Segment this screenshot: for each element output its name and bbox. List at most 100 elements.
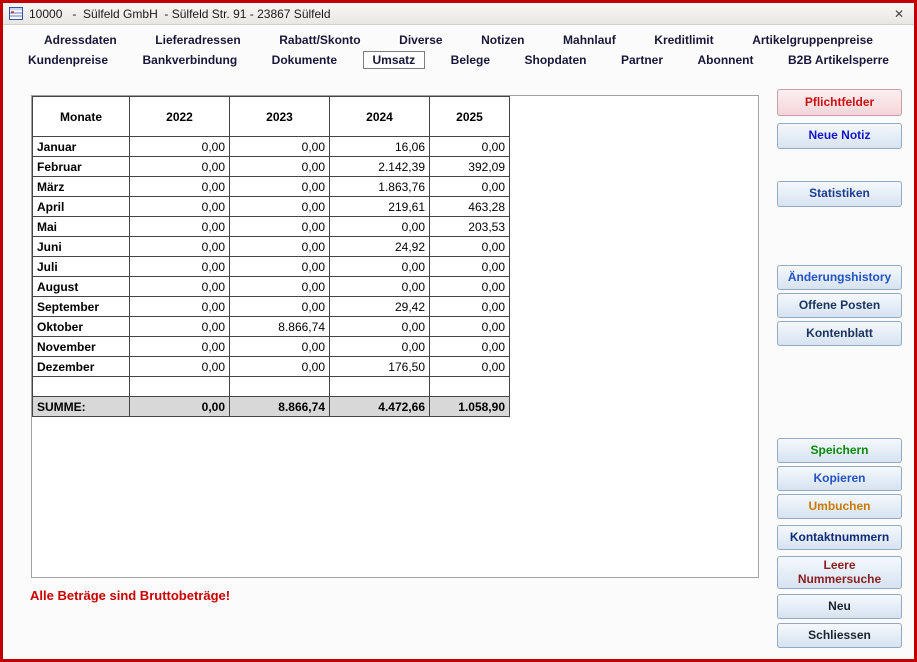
tab-belege[interactable]: Belege: [442, 51, 499, 69]
table-header-row: Monate2022202320242025: [33, 97, 510, 137]
tab-kreditlimit[interactable]: Kreditlimit: [645, 31, 722, 49]
summary-label-cell: SUMME:: [33, 397, 130, 417]
kontenblatt-button[interactable]: Kontenblatt: [777, 321, 902, 346]
value-cell: 0,00: [330, 317, 430, 337]
tab-mahnlauf[interactable]: Mahnlauf: [554, 31, 625, 49]
value-cell: 0,00: [230, 197, 330, 217]
month-cell: Juni: [33, 237, 130, 257]
value-cell: 0,00: [430, 357, 510, 377]
value-cell: 0,00: [130, 177, 230, 197]
column-header-2023: 2023: [230, 97, 330, 137]
month-cell: November: [33, 337, 130, 357]
table-row: Dezember0,000,00176,500,00: [33, 357, 510, 377]
value-cell: 2.142,39: [330, 157, 430, 177]
value-cell: 0,00: [230, 217, 330, 237]
kopieren-button[interactable]: Kopieren: [777, 466, 902, 491]
value-cell: 0,00: [130, 197, 230, 217]
value-cell: 24,92: [330, 237, 430, 257]
empty-row: [33, 377, 510, 397]
value-cell: 0,00: [230, 297, 330, 317]
app-window: 10000 - Sülfeld GmbH - Sülfeld Str. 91 -…: [0, 0, 917, 662]
summary-value-cell: 8.866,74: [230, 397, 330, 417]
value-cell: 0,00: [330, 257, 430, 277]
value-cell: 0,00: [430, 317, 510, 337]
summary-value-cell: 4.472,66: [330, 397, 430, 417]
tab-notizen[interactable]: Notizen: [472, 31, 533, 49]
month-cell: Juli: [33, 257, 130, 277]
table-row: Mai0,000,000,00203,53: [33, 217, 510, 237]
value-cell: 0,00: [130, 277, 230, 297]
table-row: August0,000,000,000,00: [33, 277, 510, 297]
tab-umsatz[interactable]: Umsatz: [363, 51, 426, 69]
titlebar: 10000 - Sülfeld GmbH - Sülfeld Str. 91 -…: [3, 3, 914, 25]
column-header-2024: 2024: [330, 97, 430, 137]
tab-dokumente[interactable]: Dokumente: [263, 51, 346, 69]
tab-abonnent[interactable]: Abonnent: [689, 51, 763, 69]
tab-adressdaten[interactable]: Adressdaten: [35, 31, 126, 49]
summary-value-cell: 0,00: [130, 397, 230, 417]
tab-shopdaten[interactable]: Shopdaten: [516, 51, 596, 69]
value-cell: 0,00: [130, 257, 230, 277]
value-cell: 1.863,76: [330, 177, 430, 197]
value-cell: 0,00: [430, 177, 510, 197]
value-cell: 0,00: [430, 277, 510, 297]
value-cell: 29,42: [330, 297, 430, 317]
month-cell: August: [33, 277, 130, 297]
empty-cell: [330, 377, 430, 397]
value-cell: 176,50: [330, 357, 430, 377]
neue-notiz-button[interactable]: Neue Notiz: [777, 123, 902, 149]
tab-lieferadressen[interactable]: Lieferadressen: [146, 31, 249, 49]
kontaktnummern-button[interactable]: Kontaktnummern: [777, 525, 902, 550]
value-cell: 8.866,74: [230, 317, 330, 337]
aenderungshistory-button[interactable]: Änderungshistory: [777, 265, 902, 290]
value-cell: 0,00: [230, 357, 330, 377]
tab-kundenpreise[interactable]: Kundenpreise: [19, 51, 117, 69]
table-row: September0,000,0029,420,00: [33, 297, 510, 317]
tab-diverse[interactable]: Diverse: [390, 31, 451, 49]
tab-bankverbindung[interactable]: Bankverbindung: [134, 51, 247, 69]
value-cell: 0,00: [230, 177, 330, 197]
month-cell: März: [33, 177, 130, 197]
value-cell: 0,00: [230, 277, 330, 297]
value-cell: 0,00: [430, 297, 510, 317]
umsatz-table-panel: Monate2022202320242025 Januar0,000,0016,…: [31, 95, 759, 578]
value-cell: 0,00: [130, 237, 230, 257]
month-cell: Mai: [33, 217, 130, 237]
value-cell: 0,00: [230, 237, 330, 257]
offene-posten-button[interactable]: Offene Posten: [777, 293, 902, 318]
value-cell: 0,00: [230, 257, 330, 277]
window-icon: [9, 7, 23, 20]
month-cell: September: [33, 297, 130, 317]
close-icon[interactable]: ✕: [890, 7, 908, 21]
leere-nummersuche-button[interactable]: Leere Nummersuche: [777, 556, 902, 589]
value-cell: 16,06: [330, 137, 430, 157]
value-cell: 0,00: [130, 137, 230, 157]
empty-cell: [230, 377, 330, 397]
value-cell: 0,00: [130, 317, 230, 337]
table-row: Juli0,000,000,000,00: [33, 257, 510, 277]
value-cell: 0,00: [430, 237, 510, 257]
tab-row-2: Kundenpreise Bankverbindung Dokumente Umsat…: [3, 50, 914, 70]
umsatz-table: Monate2022202320242025 Januar0,000,0016,…: [32, 96, 510, 417]
value-cell: 0,00: [130, 297, 230, 317]
umbuchen-button[interactable]: Umbuchen: [777, 494, 902, 519]
table-row: Oktober0,008.866,740,000,00: [33, 317, 510, 337]
tab-artikelgruppenpreise[interactable]: Artikelgruppenpreise: [743, 31, 882, 49]
value-cell: 0,00: [330, 217, 430, 237]
month-cell: Februar: [33, 157, 130, 177]
month-cell: Oktober: [33, 317, 130, 337]
column-header-monate: Monate: [33, 97, 130, 137]
tab-rabatt-skonto[interactable]: Rabatt/Skonto: [270, 31, 369, 49]
empty-cell: [130, 377, 230, 397]
statistiken-button[interactable]: Statistiken: [777, 181, 902, 207]
pflichtfelder-button[interactable]: Pflichtfelder: [777, 89, 902, 116]
value-cell: 0,00: [230, 137, 330, 157]
speichern-button[interactable]: Speichern: [777, 438, 902, 463]
neu-button[interactable]: Neu: [777, 594, 902, 619]
schliessen-button[interactable]: Schliessen: [777, 623, 902, 648]
table-row: Juni0,000,0024,920,00: [33, 237, 510, 257]
value-cell: 0,00: [230, 157, 330, 177]
tab-b2b-artikelsperre[interactable]: B2B Artikelsperre: [779, 51, 898, 69]
tab-partner[interactable]: Partner: [612, 51, 672, 69]
table-row: April0,000,00219,61463,28: [33, 197, 510, 217]
